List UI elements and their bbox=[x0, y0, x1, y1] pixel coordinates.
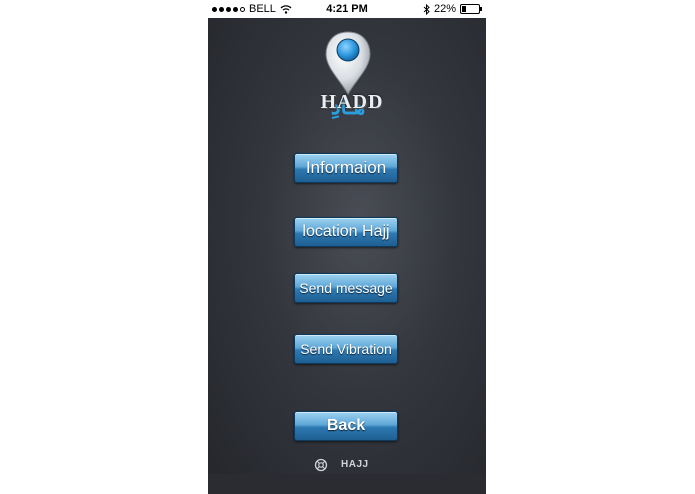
information-button[interactable]: Informaion bbox=[294, 153, 398, 183]
status-right: 22% bbox=[423, 3, 482, 15]
phone-screen: BELL 4:21 PM 22% هـادِ HADD Informaion l… bbox=[208, 0, 486, 494]
location-hajj-button[interactable]: location Hajj bbox=[294, 217, 398, 247]
app-logo: هـادِ HADD bbox=[288, 28, 408, 120]
send-vibration-button[interactable]: Send Vibration bbox=[294, 334, 398, 364]
send-message-button[interactable]: Send message bbox=[294, 273, 398, 303]
back-button[interactable]: Back bbox=[294, 411, 398, 441]
battery-percent: 22% bbox=[433, 3, 456, 15]
footer: HAJJ bbox=[208, 455, 486, 475]
bluetooth-icon bbox=[423, 3, 430, 15]
logo-text: HADD bbox=[320, 91, 384, 113]
battery-fill bbox=[462, 6, 466, 12]
status-bar: BELL 4:21 PM 22% bbox=[208, 0, 486, 18]
bottom-strip bbox=[208, 474, 486, 494]
lifebuoy-icon bbox=[314, 458, 328, 472]
battery-icon bbox=[460, 4, 482, 14]
footer-text: HAJJ bbox=[341, 459, 369, 470]
